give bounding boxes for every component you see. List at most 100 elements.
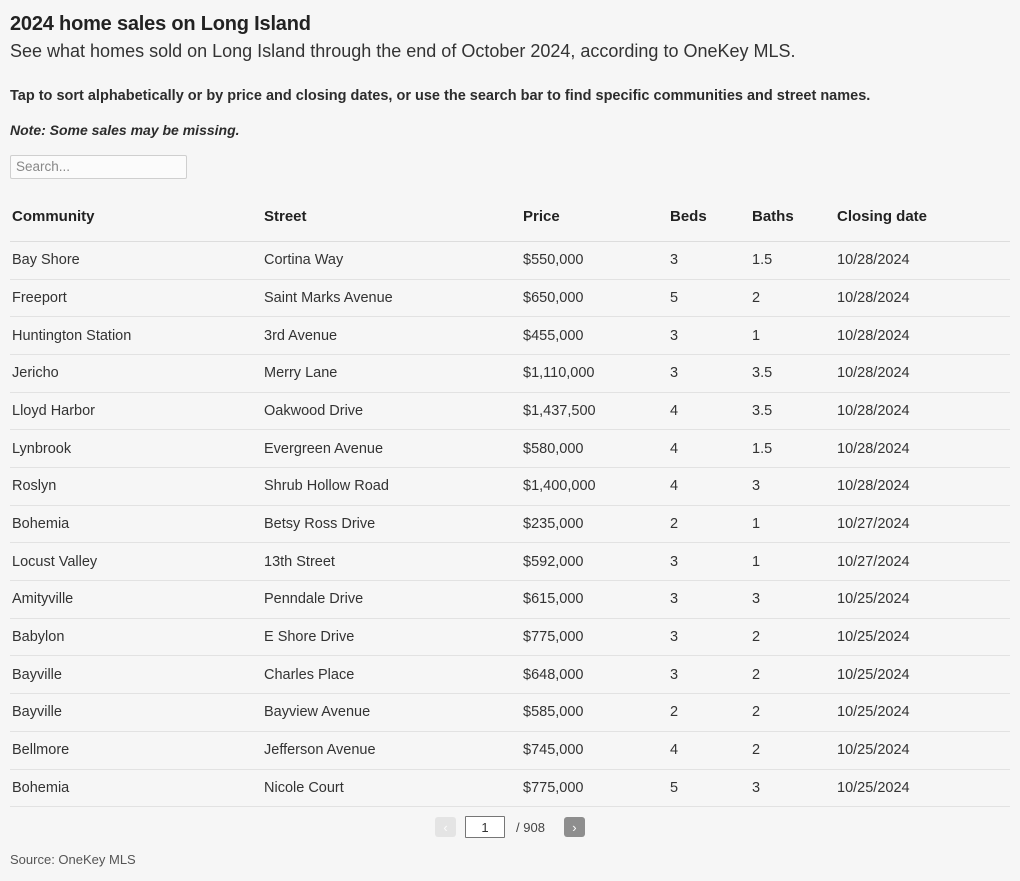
table-row: Jericho Merry Lane $1,110,000 3 3.5 10/28/202… — [10, 354, 1010, 393]
cell-beds: 4 — [668, 467, 750, 506]
cell-baths: 1 — [750, 542, 835, 582]
column-header-closing-date[interactable]: Closing date — [835, 200, 1010, 242]
cell-price: $585,000 — [521, 693, 668, 732]
column-header-community[interactable]: Community — [10, 200, 262, 242]
next-page-button[interactable]: › — [563, 817, 585, 838]
cell-street: Evergreen Avenue — [262, 429, 521, 468]
cell-street: Cortina Way — [262, 241, 521, 280]
cell-street: Saint Marks Avenue — [262, 279, 521, 318]
cell-community: Bohemia — [10, 505, 262, 544]
cell-closing_date: 10/25/2024 — [835, 769, 1010, 808]
cell-community: Amityville — [10, 580, 262, 619]
cell-community: Roslyn — [10, 467, 262, 506]
cell-price: $1,400,000 — [521, 467, 668, 506]
cell-closing_date: 10/28/2024 — [835, 279, 1010, 318]
page-title: 2024 home sales on Long Island — [10, 13, 311, 35]
cell-price: $615,000 — [521, 580, 668, 619]
source-attribution: Source: OneKey MLS — [10, 852, 136, 867]
cell-price: $235,000 — [521, 505, 668, 544]
cell-baths: 1.5 — [750, 429, 835, 468]
cell-price: $775,000 — [521, 769, 668, 808]
cell-beds: 5 — [668, 769, 750, 808]
cell-community: Jericho — [10, 354, 262, 393]
table-row: Babylon E Shore Drive $775,000 3 2 10/25/2024 — [10, 618, 1010, 657]
cell-baths: 2 — [750, 618, 835, 657]
cell-community: Babylon — [10, 618, 262, 657]
cell-community: Locust Valley — [10, 542, 262, 582]
cell-closing_date: 10/28/2024 — [835, 429, 1010, 468]
cell-baths: 3.5 — [750, 392, 835, 431]
table-header: Community Street Price Beds Baths Closin… — [10, 200, 1010, 242]
cell-street: Merry Lane — [262, 354, 521, 393]
column-header-price[interactable]: Price — [521, 200, 668, 242]
column-header-baths[interactable]: Baths — [750, 200, 835, 242]
cell-closing_date: 10/28/2024 — [835, 467, 1010, 506]
cell-street: Bayview Avenue — [262, 693, 521, 732]
cell-community: Bellmore — [10, 731, 262, 770]
cell-price: $550,000 — [521, 241, 668, 280]
cell-beds: 4 — [668, 429, 750, 468]
cell-street: Charles Place — [262, 655, 521, 695]
cell-community: Lloyd Harbor — [10, 392, 262, 431]
table-header-row: Community Street Price Beds Baths Closin… — [10, 200, 1010, 242]
cell-closing_date: 10/25/2024 — [835, 580, 1010, 619]
table-row: Freeport Saint Marks Avenue $650,000 5 2 10/2… — [10, 279, 1010, 318]
cell-beds: 3 — [668, 542, 750, 582]
cell-closing_date: 10/25/2024 — [835, 655, 1010, 695]
table-row: Bohemia Betsy Ross Drive $235,000 2 1 10/27/2… — [10, 505, 1010, 544]
column-header-street[interactable]: Street — [262, 200, 521, 242]
cell-price: $580,000 — [521, 429, 668, 468]
cell-community: Bayville — [10, 655, 262, 695]
cell-community: Bay Shore — [10, 241, 262, 280]
table-row: Bohemia Nicole Court $775,000 5 3 10/25/2024 — [10, 769, 1010, 808]
table-row: Lynbrook Evergreen Avenue $580,000 4 1.5 10/2… — [10, 429, 1010, 468]
pagination: ‹ / 908 › — [10, 807, 1010, 847]
table-row: Huntington Station 3rd Avenue $455,000 3 1 10… — [10, 316, 1010, 355]
cell-baths: 2 — [750, 693, 835, 732]
page-number-input[interactable] — [465, 816, 506, 839]
cell-price: $1,110,000 — [521, 354, 668, 393]
cell-baths: 3 — [750, 580, 835, 619]
cell-closing_date: 10/28/2024 — [835, 354, 1010, 393]
cell-community: Bohemia — [10, 769, 262, 808]
cell-street: 3rd Avenue — [262, 316, 521, 355]
cell-beds: 3 — [668, 316, 750, 355]
cell-baths: 3 — [750, 467, 835, 506]
cell-baths: 2 — [750, 279, 835, 318]
sort-instructions: Tap to sort alphabetically or by price a… — [10, 87, 871, 104]
cell-street: Jefferson Avenue — [262, 731, 521, 770]
cell-beds: 3 — [668, 655, 750, 695]
total-pages-label: / 908 — [516, 819, 545, 835]
table-row: Roslyn Shrub Hollow Road $1,400,000 4 3 10/28… — [10, 467, 1010, 506]
cell-baths: 1.5 — [750, 241, 835, 280]
cell-closing_date: 10/28/2024 — [835, 241, 1010, 280]
previous-page-button[interactable]: ‹ — [435, 817, 457, 838]
cell-beds: 2 — [668, 693, 750, 732]
cell-price: $775,000 — [521, 618, 668, 657]
sales-table-container: Community Street Price Beds Baths Closin… — [10, 179, 1010, 847]
cell-street: Betsy Ross Drive — [262, 505, 521, 544]
cell-street: E Shore Drive — [262, 618, 521, 657]
cell-price: $648,000 — [521, 655, 668, 695]
cell-price: $650,000 — [521, 279, 668, 318]
cell-beds: 2 — [668, 505, 750, 544]
table-row: Bay Shore Cortina Way $550,000 3 1.5 10/28/20… — [10, 241, 1010, 280]
column-header-beds[interactable]: Beds — [668, 200, 750, 242]
cell-street: 13th Street — [262, 542, 521, 582]
sales-table: Community Street Price Beds Baths Closin… — [10, 200, 1010, 808]
cell-community: Bayville — [10, 693, 262, 732]
cell-community: Lynbrook — [10, 429, 262, 468]
search-input[interactable] — [10, 154, 187, 179]
cell-beds: 4 — [668, 392, 750, 431]
cell-beds: 3 — [668, 354, 750, 393]
cell-baths: 3.5 — [750, 354, 835, 393]
table-row: Bayville Bayview Avenue $585,000 2 2 10/25/20… — [10, 693, 1010, 732]
cell-closing_date: 10/25/2024 — [835, 693, 1010, 732]
cell-street: Oakwood Drive — [262, 392, 521, 431]
cell-price: $745,000 — [521, 731, 668, 770]
cell-street: Nicole Court — [262, 769, 521, 808]
table-row: Lloyd Harbor Oakwood Drive $1,437,500 4 3.5 1… — [10, 392, 1010, 431]
cell-beds: 3 — [668, 618, 750, 657]
table-body: Bay Shore Cortina Way $550,000 3 1.5 10/28/20… — [10, 241, 1010, 808]
cell-baths: 3 — [750, 769, 835, 808]
